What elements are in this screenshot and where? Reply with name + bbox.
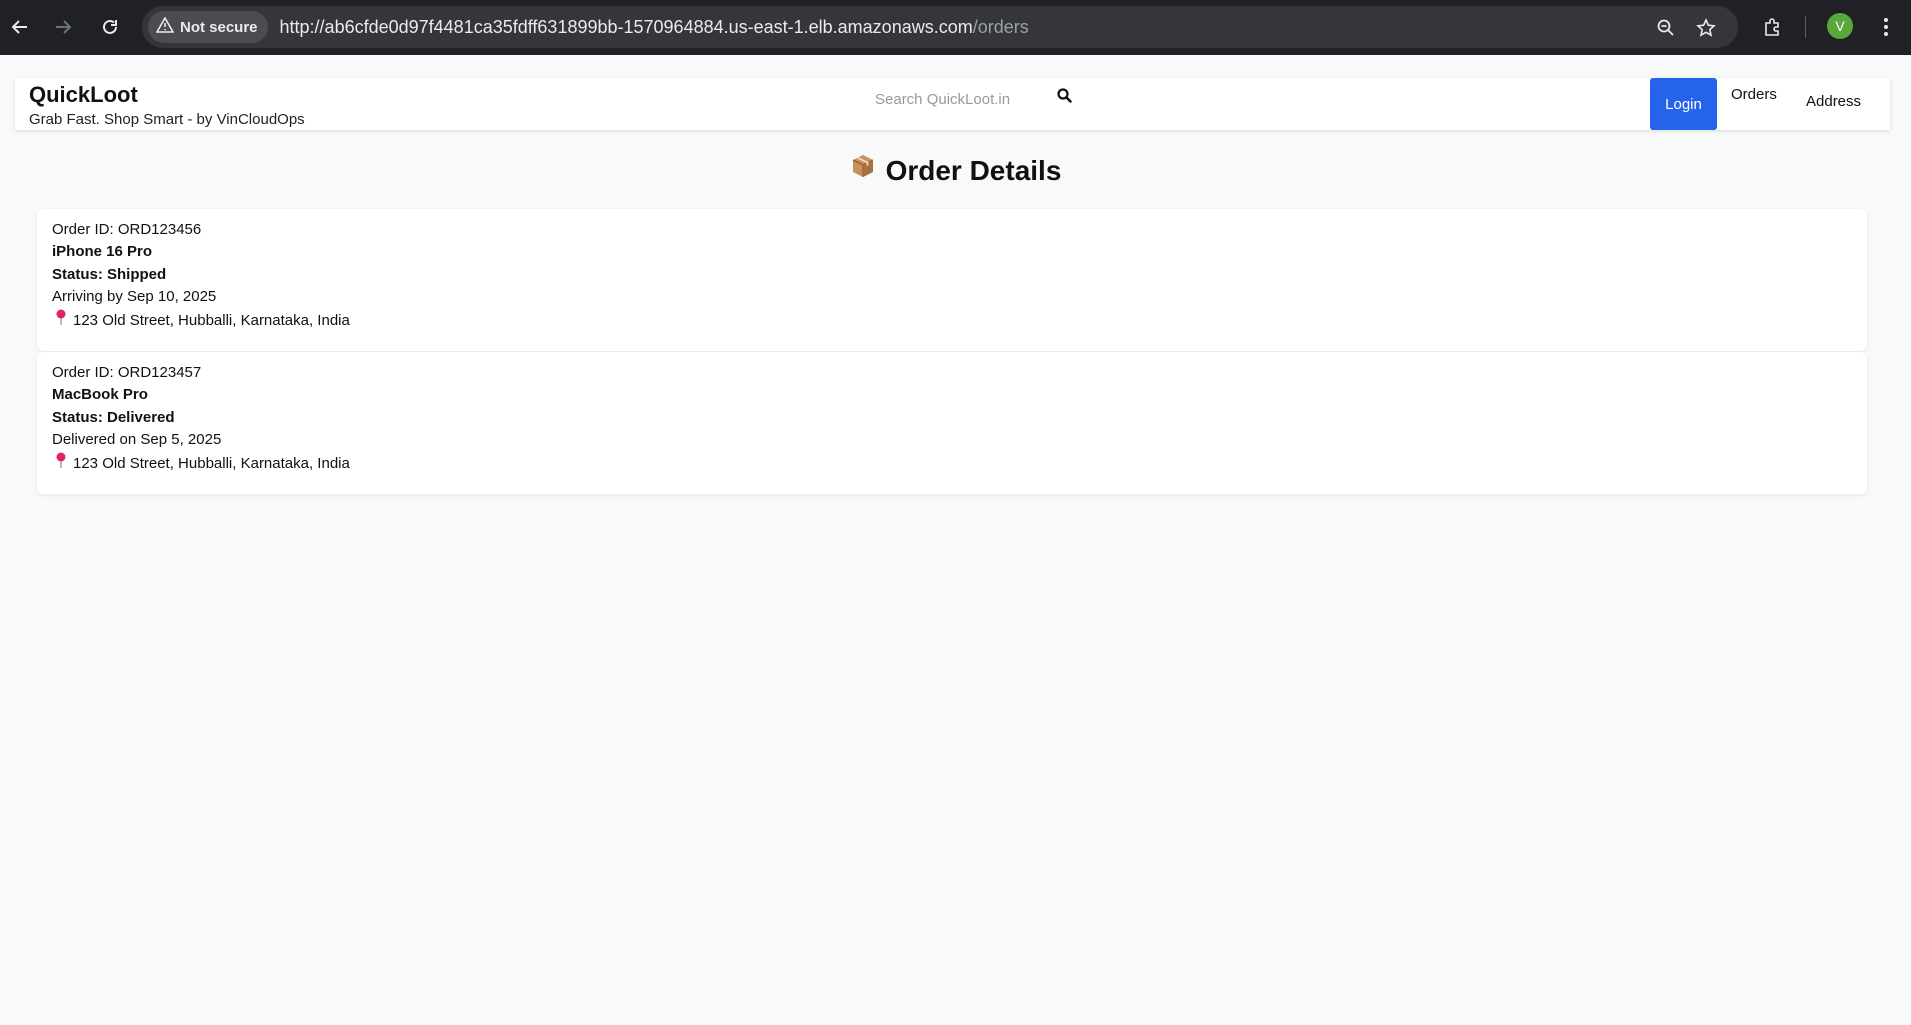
url-path: /orders (972, 16, 1029, 37)
brand-title[interactable]: QuickLoot (29, 82, 138, 108)
page-title: Order Details (0, 155, 1911, 189)
address-bar[interactable]: Not secure http://ab6cfde0d97f4481ca35fd… (142, 6, 1738, 48)
nav-address-link[interactable]: Address (1806, 93, 1861, 110)
search-input[interactable] (875, 86, 1055, 112)
order-status: Status: Shipped (52, 266, 167, 283)
toolbar-divider (1805, 16, 1806, 38)
profile-initial: V (1835, 18, 1845, 34)
security-chip[interactable]: Not secure (148, 11, 268, 43)
order-delivery: Delivered on Sep 5, 2025 (52, 431, 222, 448)
order-delivery: Arriving by Sep 10, 2025 (52, 288, 217, 305)
order-address: 123 Old Street, Hubballi, Karnataka, Ind… (55, 309, 350, 331)
order-product: iPhone 16 Pro (52, 243, 153, 260)
forward-icon[interactable] (48, 12, 78, 42)
order-status: Status: Delivered (52, 409, 175, 426)
order-address: 123 Old Street, Hubballi, Karnataka, Ind… (55, 452, 350, 474)
reload-icon[interactable] (95, 12, 125, 42)
order-id: Order ID: ORD123457 (52, 364, 202, 381)
order-card: Order ID: ORD123456 iPhone 16 Pro Status… (37, 209, 1867, 351)
profile-avatar[interactable]: V (1827, 13, 1853, 39)
warning-icon (155, 16, 175, 37)
more-menu-icon[interactable] (1871, 12, 1901, 42)
site-header: QuickLoot Grab Fast. Shop Smart - by Vin… (15, 78, 1890, 130)
brand-tagline: Grab Fast. Shop Smart - by VinCloudOps (29, 111, 305, 128)
security-label: Not secure (180, 18, 258, 36)
order-id: Order ID: ORD123456 (52, 221, 202, 238)
nav-orders-link[interactable]: Orders (1731, 86, 1777, 103)
order-product: MacBook Pro (52, 386, 148, 403)
zoom-icon[interactable] (1654, 16, 1678, 40)
pin-icon (55, 452, 67, 472)
page-content: QuickLoot Grab Fast. Shop Smart - by Vin… (0, 55, 1911, 1025)
back-icon[interactable] (5, 12, 35, 42)
order-address-text: 123 Old Street, Hubballi, Karnataka, Ind… (73, 311, 350, 329)
browser-toolbar: Not secure http://ab6cfde0d97f4481ca35fd… (0, 0, 1911, 55)
search-icon[interactable] (1053, 84, 1075, 106)
url-text[interactable]: http://ab6cfde0d97f4481ca35fdff631899bb-… (280, 17, 1029, 38)
bookmark-star-icon[interactable] (1694, 16, 1718, 40)
pin-icon (55, 309, 67, 329)
package-icon (850, 153, 876, 186)
page-title-text: Order Details (885, 155, 1062, 186)
order-card: Order ID: ORD123457 MacBook Pro Status: … (37, 352, 1867, 494)
extensions-icon[interactable] (1758, 12, 1788, 42)
login-button[interactable]: Login (1650, 78, 1717, 130)
url-host: http://ab6cfde0d97f4481ca35fdff631899bb-… (279, 16, 973, 37)
order-address-text: 123 Old Street, Hubballi, Karnataka, Ind… (73, 454, 350, 472)
